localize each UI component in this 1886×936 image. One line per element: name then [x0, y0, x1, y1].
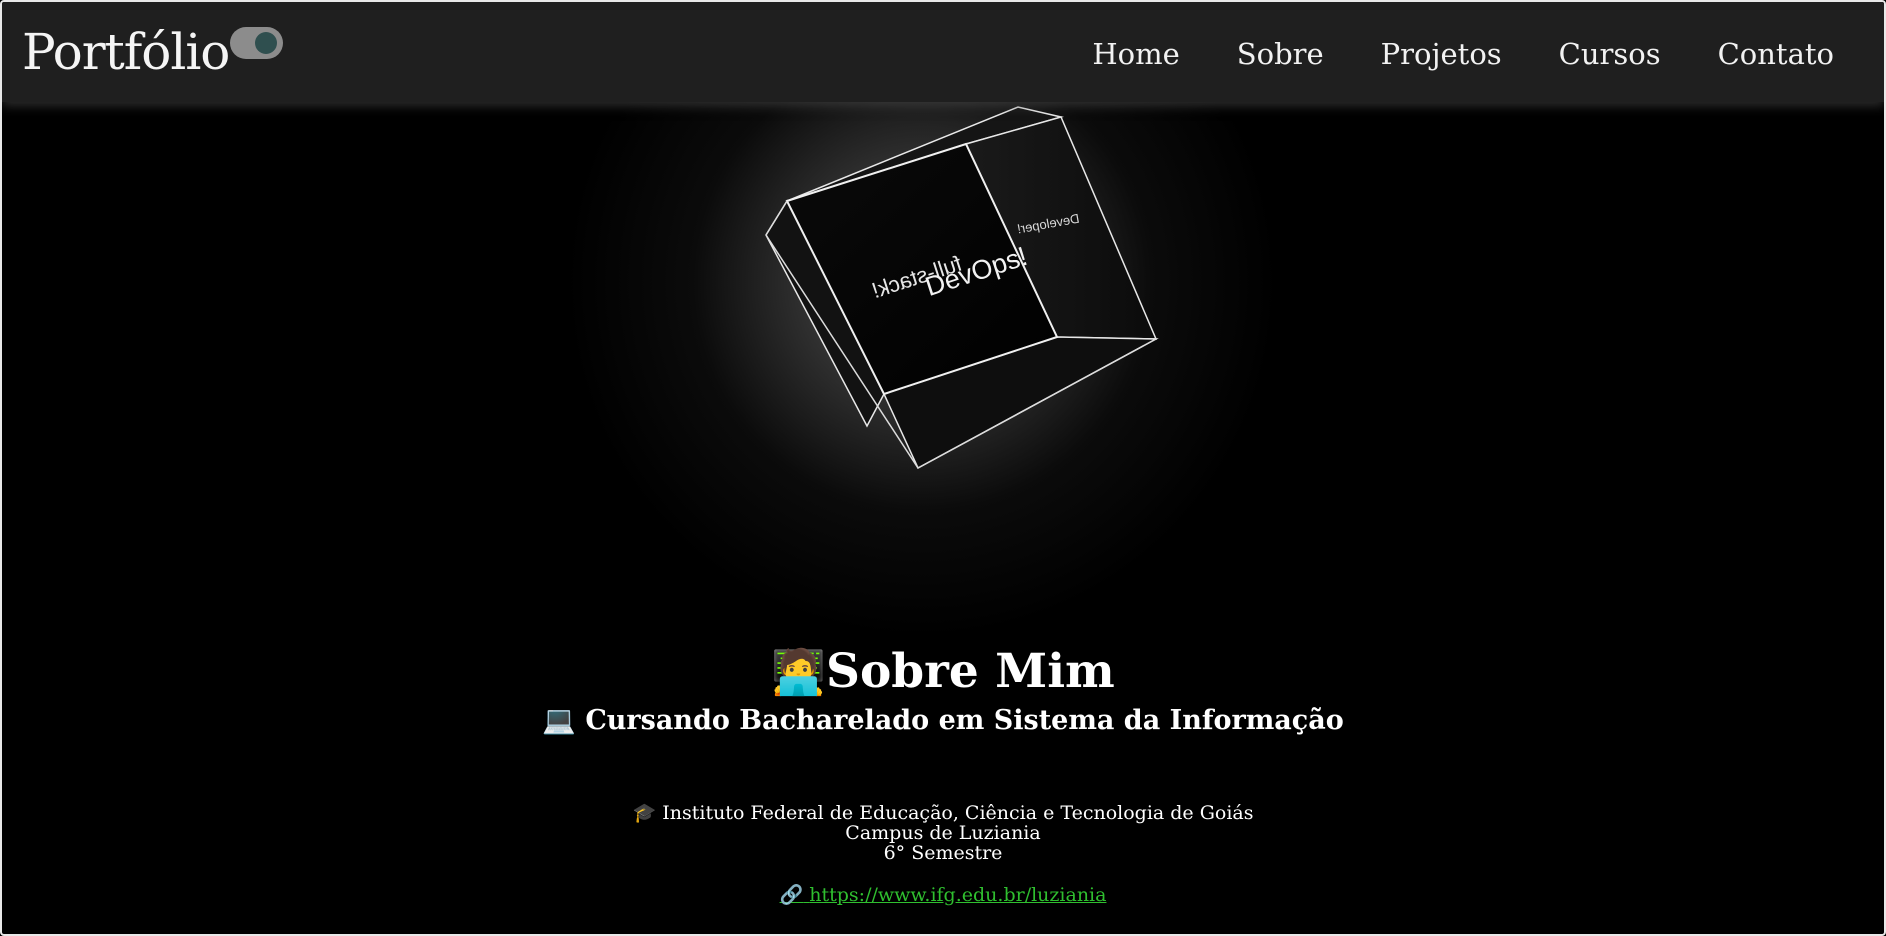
institution-block: 🎓 Instituto Federal de Educação, Ciência…	[2, 803, 1884, 863]
about-subtitle: 💻 Cursando Bacharelado em Sistema da Inf…	[2, 703, 1884, 739]
nav-contato[interactable]: Contato	[1718, 32, 1834, 76]
ifg-link[interactable]: 🔗 https://www.ifg.edu.br/luziania	[780, 884, 1107, 906]
developer-icon: 🧑‍💻	[771, 647, 826, 698]
page: Portfólio Home Sobre Projetos Cursos Con…	[0, 0, 1886, 936]
graduation-cap-icon: 🎓	[632, 802, 657, 824]
about-section: 🧑‍💻Sobre Mim 💻 Cursando Bacharelado em S…	[2, 642, 1884, 906]
laptop-icon: 💻	[542, 705, 576, 736]
about-title-text: Sobre Mim	[826, 644, 1115, 699]
toggle-knob-icon	[255, 32, 277, 54]
nav-cursos[interactable]: Cursos	[1559, 32, 1661, 76]
link-icon: 🔗	[779, 884, 804, 906]
nav-sobre[interactable]: Sobre	[1237, 32, 1324, 76]
link-text: https://www.ifg.edu.br/luziania	[809, 884, 1107, 906]
semester: 6° Semestre	[883, 842, 1003, 864]
nav-home[interactable]: Home	[1092, 32, 1179, 76]
nav-projetos[interactable]: Projetos	[1381, 32, 1502, 76]
about-title: 🧑‍💻Sobre Mim	[2, 642, 1884, 703]
institution-line: 🎓 Instituto Federal de Educação, Ciência…	[2, 803, 1884, 823]
about-subtitle-text: Cursando Bacharelado em Sistema da Infor…	[585, 705, 1344, 736]
brand-title[interactable]: Portfólio	[22, 22, 230, 82]
campus: Campus de Luziania	[845, 822, 1041, 844]
link-line: 🔗 https://www.ifg.edu.br/luziania	[2, 883, 1884, 906]
navbar: Portfólio Home Sobre Projetos Cursos Con…	[2, 2, 1884, 102]
institution-name: Instituto Federal de Educação, Ciência e…	[662, 802, 1254, 824]
theme-toggle[interactable]	[230, 27, 283, 59]
nav-links: Home Sobre Projetos Cursos Contato	[1035, 32, 1834, 76]
